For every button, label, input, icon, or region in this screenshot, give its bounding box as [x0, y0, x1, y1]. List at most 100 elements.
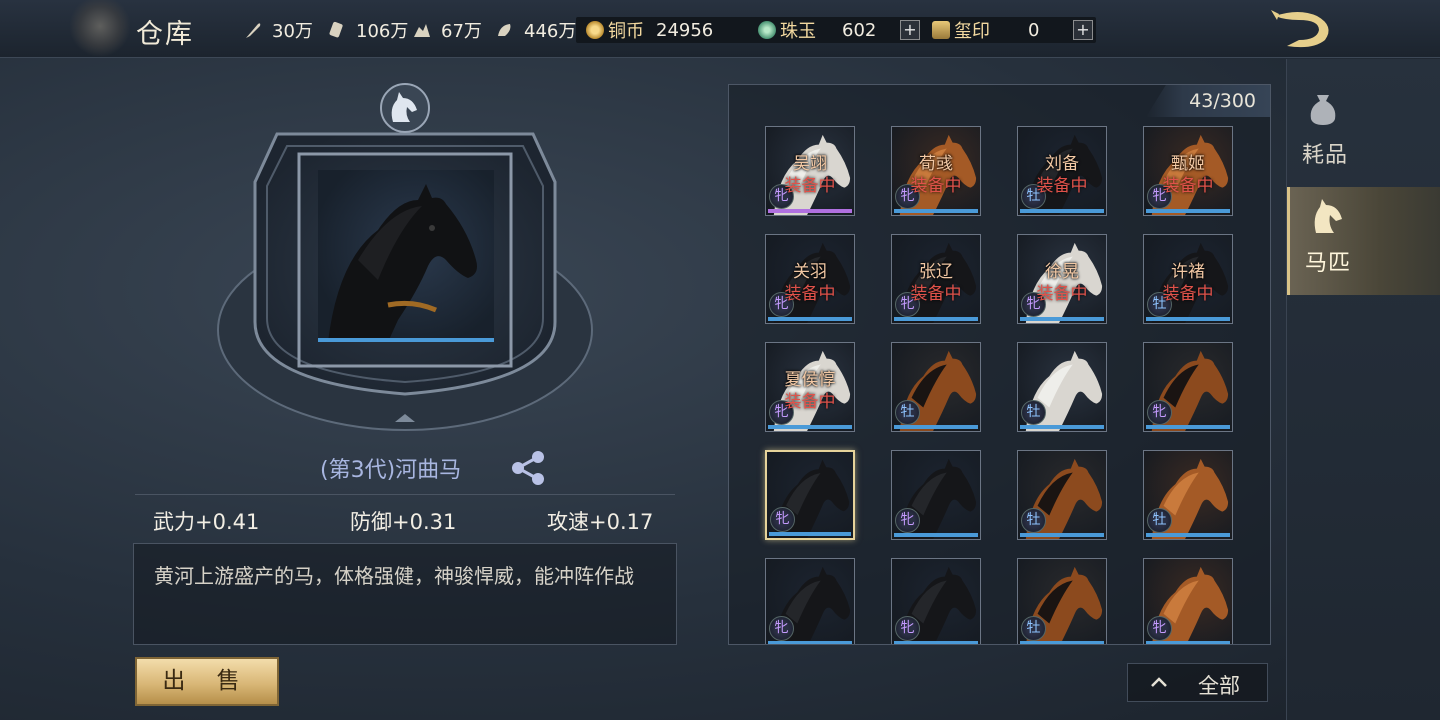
currency-jade: 珠玉 602 — [758, 17, 876, 43]
equipped-label: 装备中 — [1036, 176, 1088, 196]
gender-tag: 牡 — [1021, 400, 1046, 425]
add-jade-button[interactable]: + — [900, 20, 920, 40]
quality-bar — [768, 425, 852, 429]
equipped-label: 装备中 — [784, 284, 836, 304]
currency-value: 602 — [842, 19, 877, 41]
feather-icon — [242, 19, 264, 41]
divider — [135, 494, 675, 495]
quality-bar — [769, 532, 851, 536]
gender-tag: 牡 — [895, 400, 920, 425]
currency-name: 铜币 — [608, 21, 644, 42]
quality-bar — [1020, 317, 1104, 321]
dragon-ornament-icon — [70, 0, 130, 58]
top-bar: 仓库 30万 106万 67万 446万 铜币 24956 珠玉 602 + 玺… — [0, 0, 1440, 58]
horse-slot[interactable]: 牝吴翊 装备中 — [765, 126, 855, 216]
gender-tag: 牝 — [769, 616, 794, 641]
seal-icon — [932, 21, 950, 39]
horse-name: (第3代)河曲马 — [320, 458, 462, 483]
resource-feather: 30万 — [242, 18, 313, 42]
grain-icon — [494, 19, 516, 41]
horse-slot[interactable]: 牡 — [1143, 450, 1233, 540]
horse-inventory-panel: 43/300 牝吴翊 装备中牝荀彧 装备中牡刘备 装备中牝甄姬 装备中牝关羽 装备中牝张辽… — [728, 84, 1271, 645]
horse-slot[interactable]: 牡 — [1017, 558, 1107, 644]
horse-slot[interactable]: 牝徐晃 装备中 — [1017, 234, 1107, 324]
horse-slot[interactable]: 牝关羽 装备中 — [765, 234, 855, 324]
gender-tag: 牝 — [895, 508, 920, 533]
currency-name: 玺印 — [954, 21, 990, 42]
quality-bar — [318, 338, 494, 342]
resource-value: 106万 — [356, 21, 409, 42]
horse-slot[interactable]: 牝 — [765, 558, 855, 644]
horse-head-icon — [1308, 199, 1344, 235]
horse-slot[interactable]: 牡 — [1017, 450, 1107, 540]
resource-scroll: 106万 — [326, 18, 408, 42]
quality-bar — [1146, 317, 1230, 321]
equipped-label: 装备中 — [1162, 176, 1214, 196]
filter-button[interactable]: 全部 — [1127, 663, 1268, 702]
scroll-icon — [326, 19, 348, 41]
quality-bar — [1146, 209, 1230, 213]
horse-portrait — [318, 170, 494, 342]
tab-label: 马匹 — [1305, 251, 1352, 276]
quality-bar — [1146, 533, 1230, 537]
quality-bar — [1020, 209, 1104, 213]
gender-tag: 牡 — [1147, 508, 1172, 533]
horse-slot[interactable]: 牝荀彧 装备中 — [891, 126, 981, 216]
horse-slot[interactable]: 牡刘备 装备中 — [1017, 126, 1107, 216]
stat-attack-speed: 攻速+0.17 — [547, 510, 654, 534]
horse-portrait-frame — [215, 82, 595, 432]
gender-tag: 牝 — [1147, 400, 1172, 425]
quality-bar — [894, 533, 978, 537]
horse-slot[interactable]: 牡 — [1017, 342, 1107, 432]
resource-ore: 67万 — [411, 18, 482, 42]
quality-bar — [894, 209, 978, 213]
resource-value: 446万 — [524, 21, 577, 42]
description-box: 黄河上游盛产的马，体格强健，神骏悍威，能冲阵作战 — [133, 543, 677, 645]
quality-bar — [768, 641, 852, 644]
horse-slot[interactable]: 牡 — [891, 342, 981, 432]
sell-button[interactable]: 出 售 — [135, 657, 279, 706]
gender-tag: 牡 — [1021, 616, 1046, 641]
gender-tag: 牝 — [895, 616, 920, 641]
currency-value: 0 — [1028, 19, 1040, 41]
tab-consumables[interactable]: 耗品 — [1287, 79, 1440, 187]
horse-slot[interactable]: 牡许褚 装备中 — [1143, 234, 1233, 324]
resource-grain: 446万 — [494, 18, 576, 42]
page-title: 仓库 — [136, 19, 194, 50]
tab-horses[interactable]: 马匹 — [1287, 187, 1440, 295]
stat-attack: 武力+0.41 — [153, 510, 260, 534]
dragon-logo-icon[interactable] — [1268, 6, 1340, 52]
category-sidebar: 耗品 马匹 — [1286, 59, 1440, 720]
currency-value: 24956 — [656, 19, 714, 41]
horse-slot[interactable]: 牝张辽 装备中 — [891, 234, 981, 324]
equipped-label: 装备中 — [1036, 284, 1088, 304]
currency-name: 珠玉 — [780, 21, 816, 42]
gender-tag: 牝 — [1147, 616, 1172, 641]
quality-bar — [768, 317, 852, 321]
quality-bar — [768, 209, 852, 213]
jade-icon — [758, 21, 776, 39]
resource-value: 30万 — [272, 21, 313, 42]
horse-slot[interactable]: 牝 — [891, 558, 981, 644]
quality-bar — [1020, 533, 1104, 537]
equipped-label: 装备中 — [910, 284, 962, 304]
ore-icon — [411, 19, 433, 41]
inventory-count: 43/300 — [1189, 90, 1256, 112]
horse-slot[interactable]: 牝 — [765, 450, 855, 540]
share-icon[interactable] — [510, 450, 548, 486]
copper-coin-icon — [586, 21, 604, 39]
quality-bar — [894, 641, 978, 644]
gender-tag: 牝 — [770, 507, 795, 532]
quality-bar — [1146, 425, 1230, 429]
gender-tag: 牡 — [1021, 508, 1046, 533]
horse-slot[interactable]: 牝 — [891, 450, 981, 540]
horse-slot[interactable]: 牝甄姬 装备中 — [1143, 126, 1233, 216]
resource-value: 67万 — [441, 21, 482, 42]
description-text: 黄河上游盛产的马，体格强健，神骏悍威，能冲阵作战 — [154, 564, 634, 588]
horse-slot[interactable]: 牝 — [1143, 558, 1233, 644]
horse-slot[interactable]: 牝夏侯惇 装备中 — [765, 342, 855, 432]
currency-coin: 铜币 24956 — [586, 17, 713, 43]
equipped-label: 装备中 — [1162, 284, 1214, 304]
horse-slot[interactable]: 牝 — [1143, 342, 1233, 432]
add-seal-button[interactable]: + — [1073, 20, 1093, 40]
